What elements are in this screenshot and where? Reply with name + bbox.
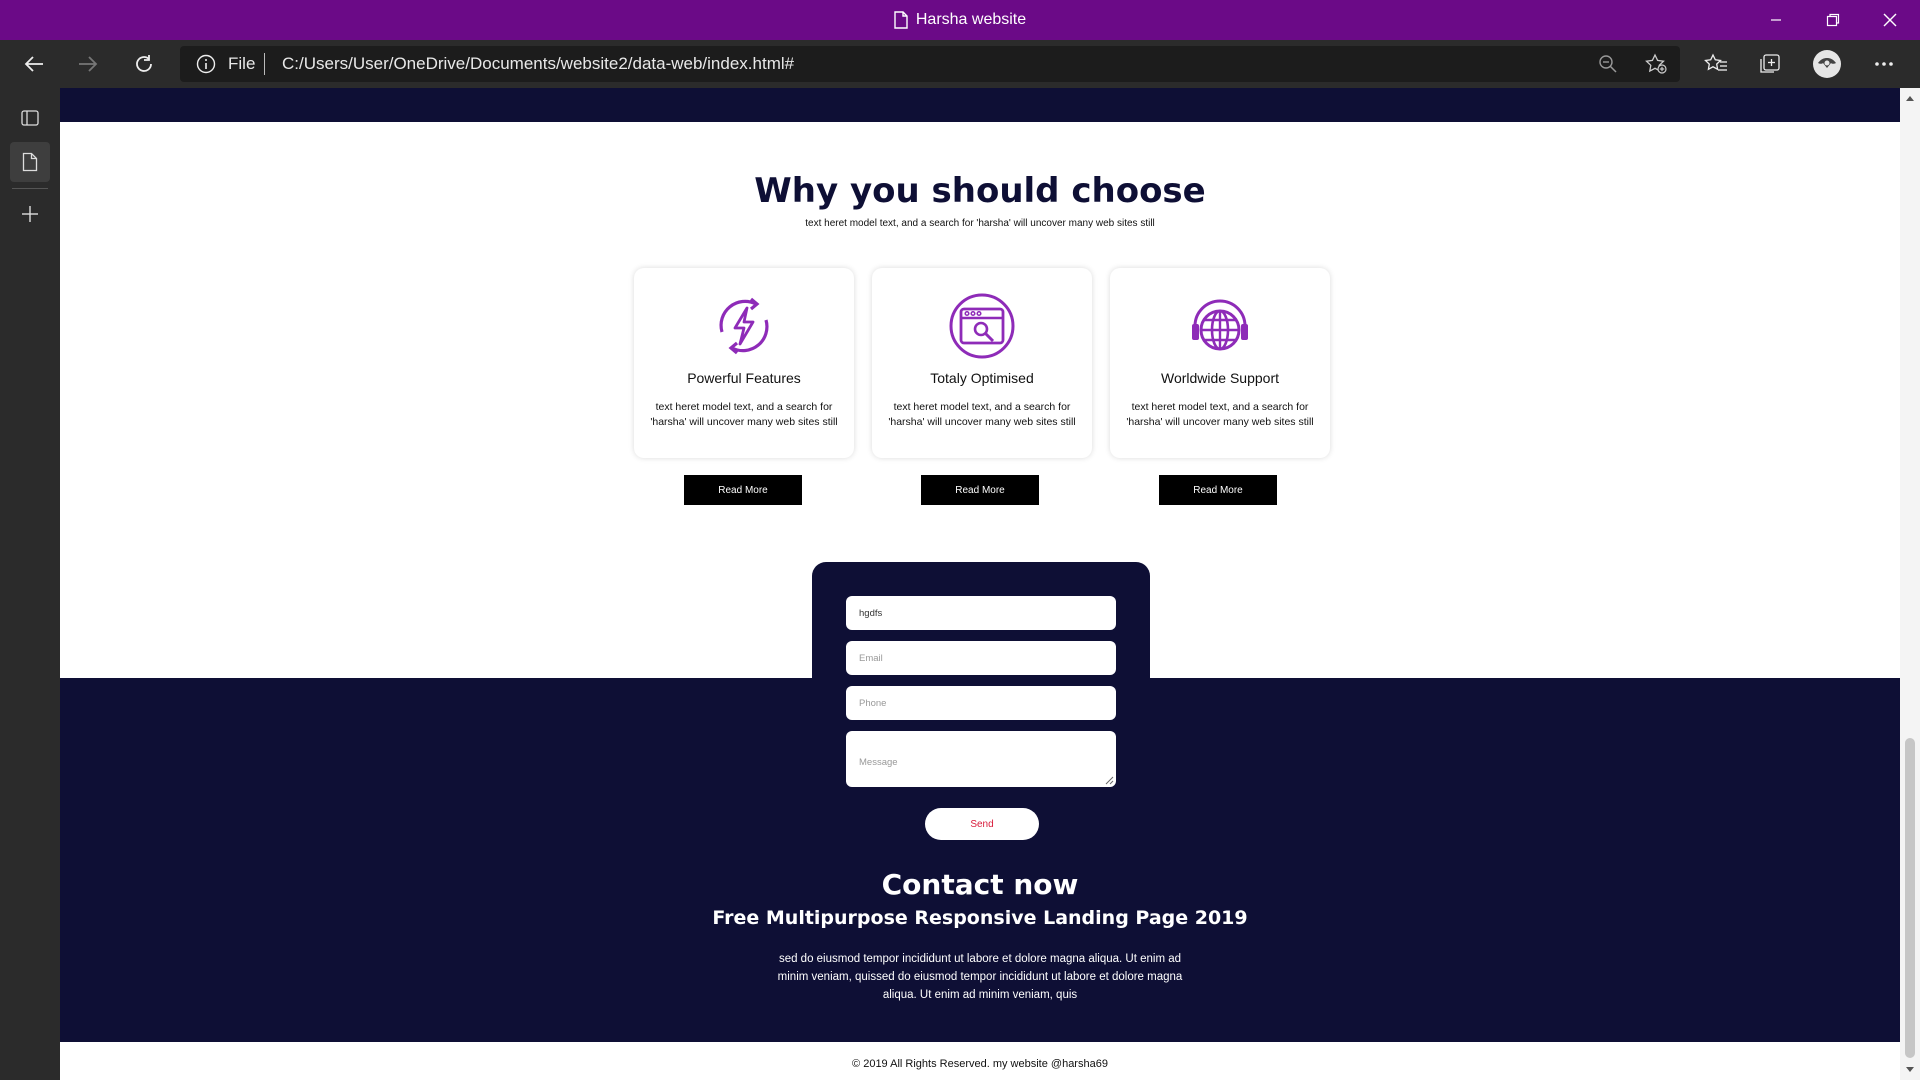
feature-card: Totaly Optimised text heret model text, …: [872, 268, 1092, 458]
close-icon: [1883, 13, 1897, 27]
feature-card: Powerful Features text heret model text,…: [634, 268, 854, 458]
page-viewport: Why you should choose text heret model t…: [60, 88, 1900, 1080]
contact-paragraph: sed do eiusmod tempor incididunt ut labo…: [777, 953, 1183, 1001]
page-icon: [894, 11, 908, 29]
sidebar-divider: [12, 188, 48, 189]
address-bar[interactable]: File C:/Users/User/OneDrive/Documents/we…: [180, 46, 1680, 82]
close-button[interactable]: [1862, 0, 1918, 40]
collections-button[interactable]: [1754, 48, 1786, 80]
read-more-button[interactable]: Read More: [1159, 475, 1277, 505]
restore-icon: [1826, 13, 1840, 27]
scroll-up-icon[interactable]: [1905, 94, 1915, 102]
vertical-tabs-sidebar: [0, 88, 60, 1080]
add-favorite-icon[interactable]: [1644, 53, 1668, 75]
send-button[interactable]: Send: [925, 808, 1039, 840]
url-text[interactable]: C:/Users/User/OneDrive/Documents/website…: [282, 54, 794, 74]
card-title: Worldwide Support: [1160, 370, 1280, 386]
address-divider: [264, 53, 265, 75]
message-field[interactable]: Message: [846, 731, 1116, 787]
more-icon: [1875, 62, 1893, 66]
plus-icon: [22, 206, 38, 222]
browser-toolbar: File C:/Users/User/OneDrive/Documents/we…: [0, 40, 1920, 88]
card-text: text heret model text, and a search for …: [1126, 401, 1314, 428]
card-title: Totaly Optimised: [930, 370, 1034, 386]
restore-button[interactable]: [1805, 0, 1861, 40]
browser-search-icon: [949, 293, 1015, 359]
tab-actions-button[interactable]: [10, 98, 50, 138]
zoom-out-icon[interactable]: [1598, 54, 1618, 74]
back-button[interactable]: [18, 48, 50, 80]
message-placeholder: Message: [859, 757, 898, 768]
section-subtitle: text heret model text, and a search for …: [805, 218, 1155, 229]
refresh-icon: [136, 55, 152, 72]
collections-icon: [1760, 54, 1780, 73]
tab-actions-icon: [21, 110, 39, 126]
contact-subtitle: Free Multipurpose Responsive Landing Pag…: [712, 907, 1248, 929]
url-scheme: File: [228, 54, 256, 73]
window-title: Harsha website: [0, 0, 1920, 40]
feature-card: Worldwide Support text heret model text,…: [1110, 268, 1330, 458]
lightning-refresh-icon: [719, 297, 769, 355]
scroll-down-icon[interactable]: [1905, 1066, 1915, 1074]
avatar-icon: [1813, 50, 1841, 78]
page-scrollbar[interactable]: [1900, 88, 1920, 1080]
header-band: [60, 88, 1900, 122]
globe-headset-icon: [1192, 299, 1248, 351]
read-more-button[interactable]: Read More: [921, 475, 1039, 505]
forward-button[interactable]: [72, 48, 104, 80]
forward-arrow-icon: [79, 56, 98, 72]
settings-more-button[interactable]: [1868, 48, 1900, 80]
read-more-button[interactable]: Read More: [684, 475, 802, 505]
resize-grip-icon[interactable]: [1104, 775, 1114, 785]
section-title: Why you should choose: [754, 171, 1206, 211]
minimize-icon: [1771, 19, 1781, 21]
scrollbar-thumb[interactable]: [1905, 738, 1915, 1058]
footer: © 2019 All Rights Reserved. my website @…: [60, 1042, 1900, 1080]
copyright-text: © 2019 All Rights Reserved. my website @…: [852, 1058, 1108, 1070]
card-text: text heret model text, and a search for …: [888, 401, 1076, 428]
favorites-button[interactable]: [1700, 48, 1732, 80]
contact-title: Contact now: [881, 868, 1079, 901]
new-tab-button[interactable]: [10, 194, 50, 234]
refresh-button[interactable]: [128, 48, 160, 80]
page-icon: [22, 152, 38, 172]
back-arrow-icon: [24, 56, 43, 72]
tab-harsha-website[interactable]: [10, 142, 50, 182]
card-text: text heret model text, and a search for …: [650, 401, 838, 428]
window-title-text: Harsha website: [915, 11, 1027, 28]
minimize-button[interactable]: [1748, 0, 1804, 40]
profile-button[interactable]: [1811, 48, 1843, 80]
info-icon[interactable]: [196, 54, 216, 74]
email-field[interactable]: [846, 641, 1116, 675]
card-title: Powerful Features: [687, 370, 801, 386]
name-field[interactable]: [846, 596, 1116, 630]
phone-field[interactable]: [846, 686, 1116, 720]
window-titlebar: Harsha website: [0, 0, 1920, 40]
favorites-icon: [1704, 53, 1727, 71]
